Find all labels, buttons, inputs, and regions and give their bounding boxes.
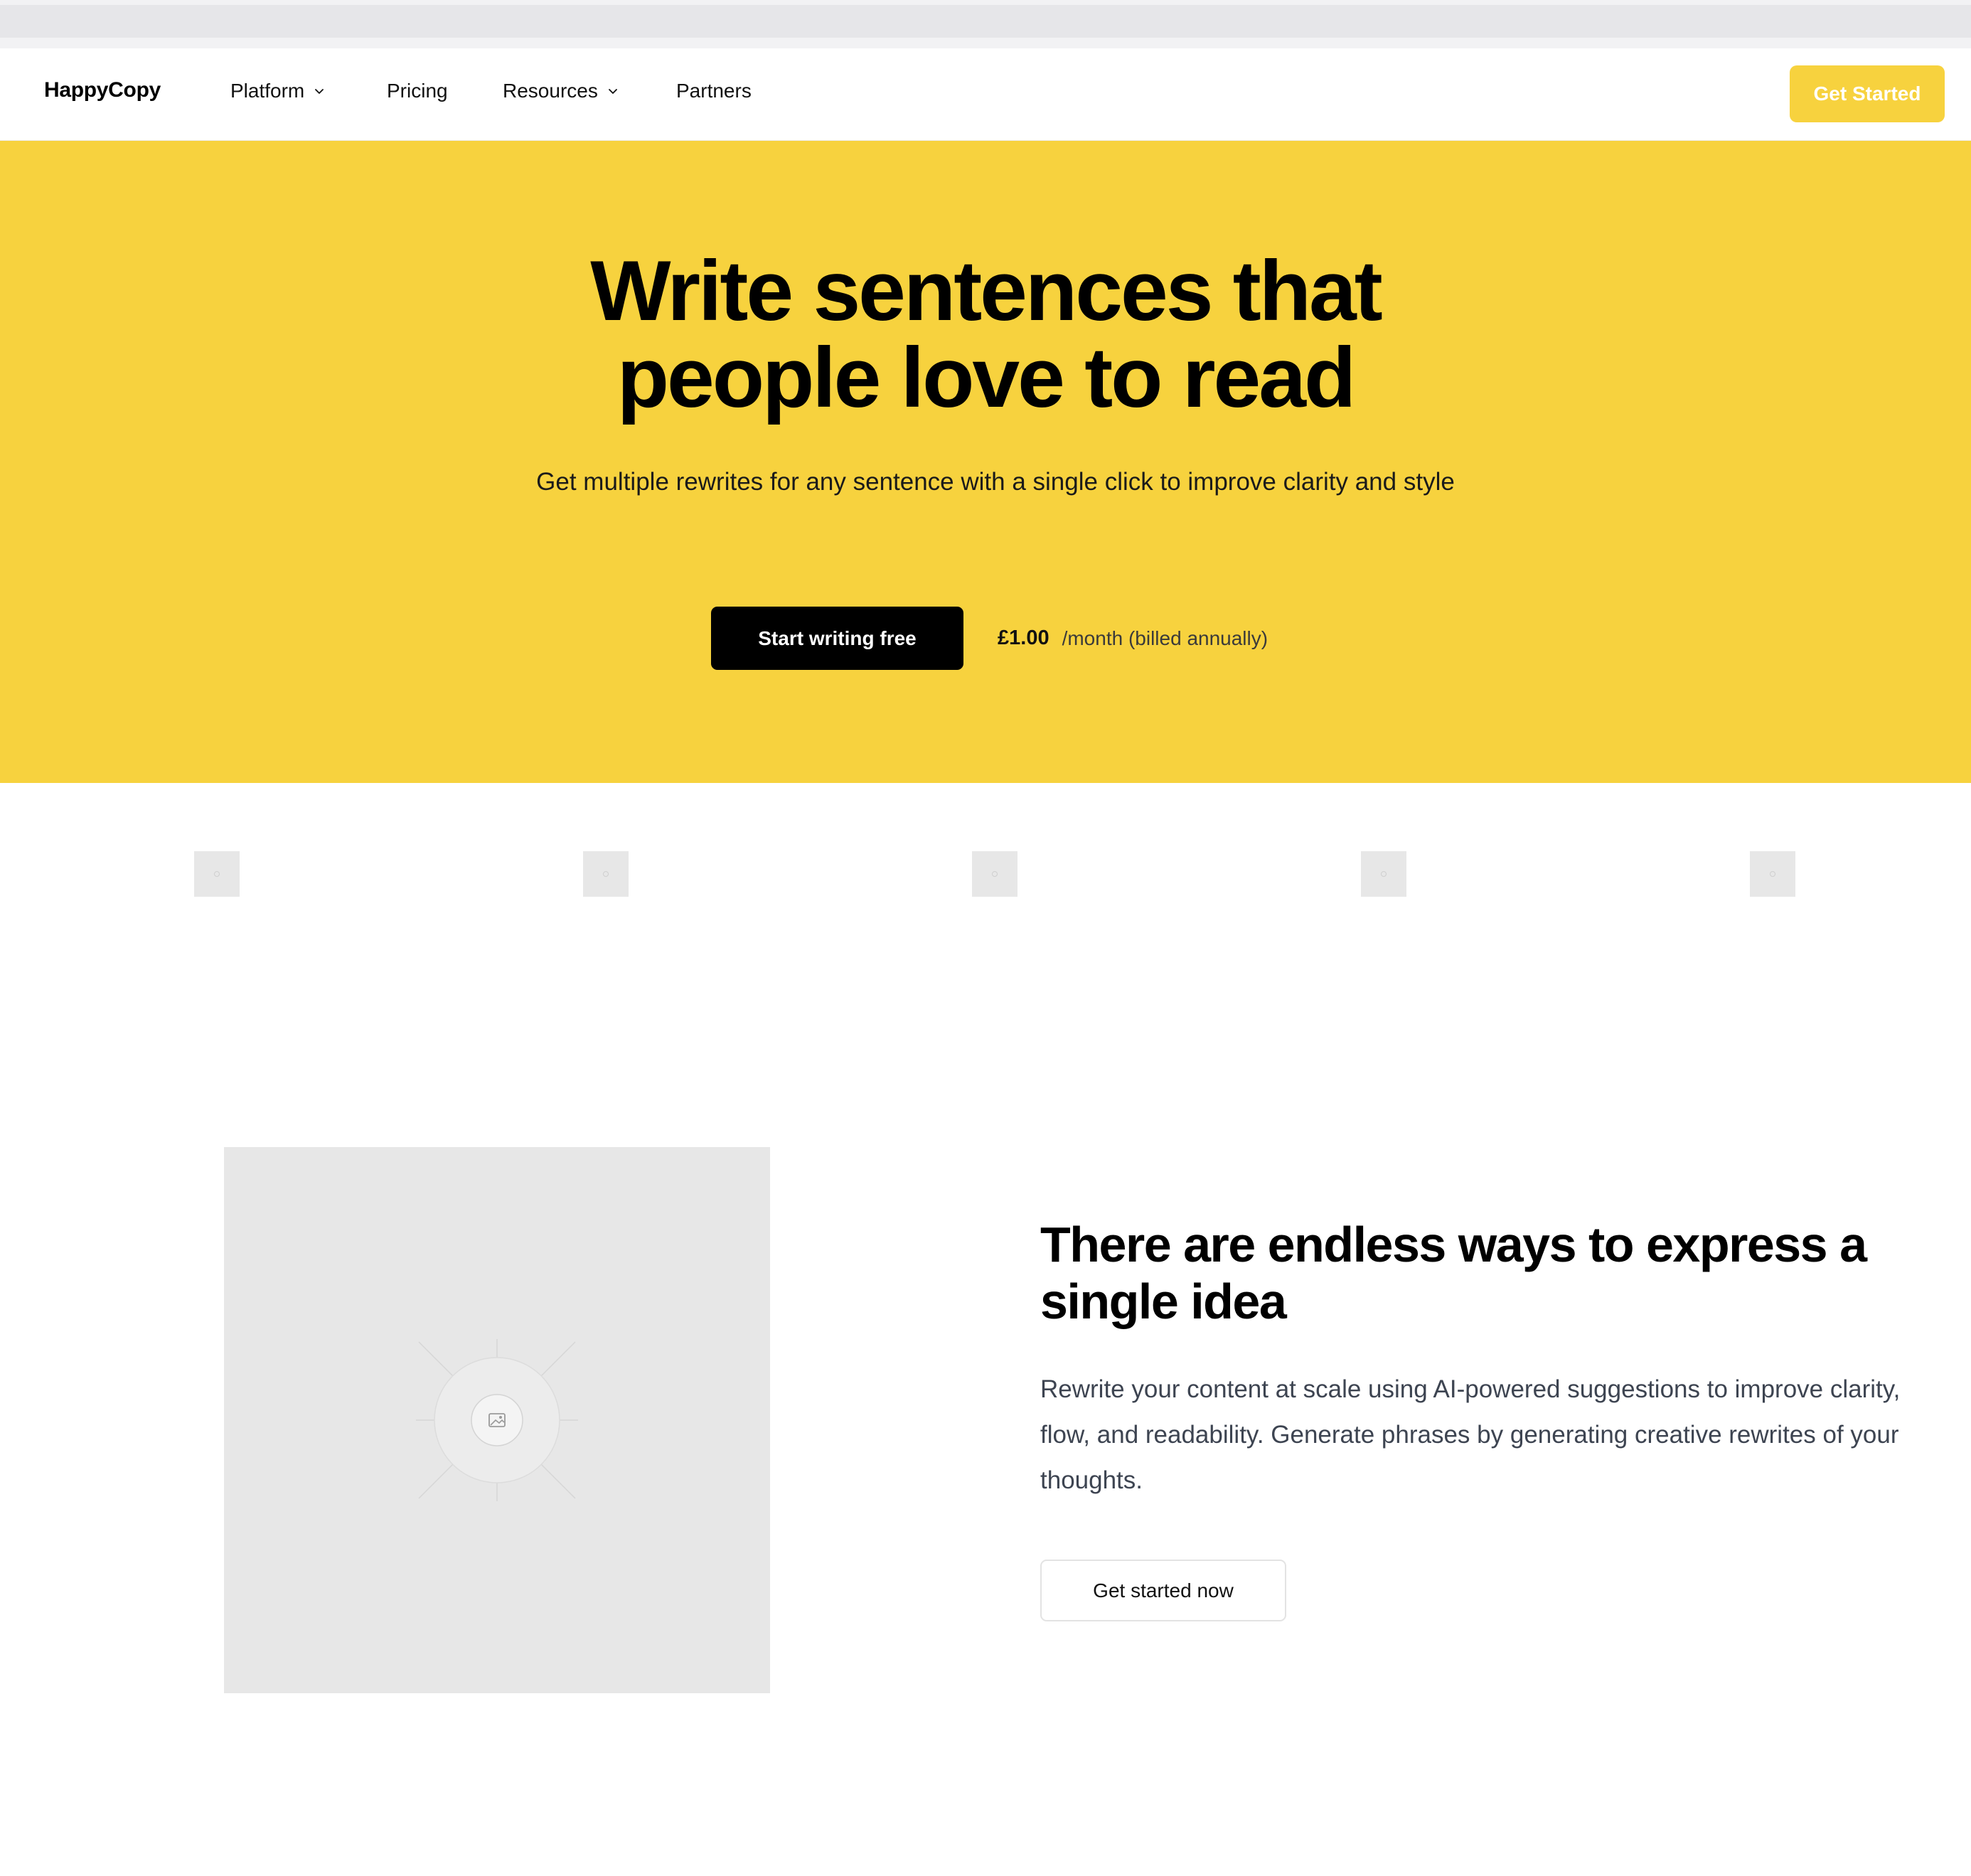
nav-item-label: Platform [230,80,305,102]
nav-item-label: Pricing [387,80,448,102]
price-note: /month (billed annually) [1062,627,1268,649]
brand-logo[interactable]: HappyCopy [44,78,161,102]
image-placeholder-icon [416,1339,578,1501]
hero-cta-row: Start writing free £1.00 /month (billed … [711,607,1268,670]
feature-title: There are endless ways to express a sing… [1040,1217,1867,1329]
get-started-now-button[interactable]: Get started now [1040,1560,1286,1621]
hero-section: Write sentences that people love to read… [0,141,1971,783]
chevron-down-icon [315,89,324,94]
hero-subtitle: Get multiple rewrites for any sentence w… [536,468,1455,496]
partner-logo-placeholder [972,851,1017,897]
browser-bar [0,5,1971,38]
partner-logo-placeholder [1361,851,1406,897]
chevron-down-icon [608,89,617,94]
feature-description: Rewrite your content at scale using AI-p… [1040,1375,1901,1494]
site-header: HappyCopy Platform Pricing Resources Par… [0,48,1971,141]
partner-logo-placeholder [1750,851,1795,897]
partner-logo-placeholder [194,851,240,897]
feature-image-placeholder [224,1147,770,1693]
get-started-button[interactable]: Get Started [1790,65,1945,122]
nav-item-pricing[interactable]: Pricing [387,80,448,102]
partner-logo-placeholder [583,851,629,897]
price-amount: £1.00 [998,627,1049,649]
image-placeholder-icon [1770,871,1775,877]
nav-item-platform[interactable]: Platform [230,80,326,102]
nav-item-partners[interactable]: Partners [676,80,752,102]
image-placeholder-icon [214,871,220,877]
hero-title-line-1: Write sentences that [590,243,1382,339]
browser-top-strip [0,0,1971,48]
nav-item-resources[interactable]: Resources [503,80,619,102]
nav-item-label: Resources [503,80,598,102]
nav-item-label: Partners [676,80,752,102]
start-writing-button[interactable]: Start writing free [711,607,963,670]
logo-strip [0,851,1971,897]
image-placeholder-icon [1381,871,1387,877]
image-placeholder-icon [603,871,609,877]
hero-title-line-2: people love to read [616,330,1357,425]
image-placeholder-icon [992,871,998,877]
hero-title: Write sentences that people love to read [0,247,1971,421]
